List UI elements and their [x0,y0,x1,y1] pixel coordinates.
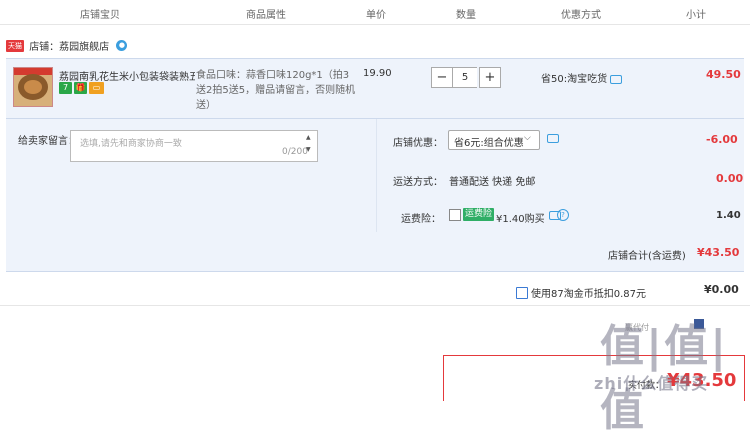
store-name-link[interactable]: 店铺：荔园旗舰店 [29,42,109,53]
textarea-scroll-icon[interactable]: ▲ ▼ [306,132,311,156]
insurance-amount: 1.40 [716,210,741,221]
product-title-link[interactable]: 荔园南乳花生米小包装袋装熟五... [59,68,195,83]
section-divider [0,305,750,306]
item-subtotal: 49.50 [706,68,741,81]
store-discount-amount: -6.00 [706,133,738,146]
product-thumbnail[interactable] [13,67,53,107]
insurance-label: 运费险： [401,214,441,225]
unit-price: 19.90 [363,68,392,79]
chat-icon[interactable]: ● [116,40,128,51]
qty-input[interactable]: 5 [453,67,477,88]
product-props: 食品口味：蒜香口味120g*1（拍3送2拍5送5，赠品请留言，否则随机送） [196,70,356,111]
seven-day-return-icon[interactable]: 7 [59,82,72,94]
coins-option: 使用87淘金币抵扣0.87元 [516,285,646,300]
store-discount-label: 店铺优惠： [393,138,443,149]
store-discount-value: 省6元:组合优惠 [454,138,524,149]
insurance-checkbox[interactable] [449,209,461,221]
card-icon[interactable]: ▭ [89,82,104,94]
message-counter: 0/200 [282,147,308,157]
shipping-amount: 0.00 [716,172,744,185]
col-item-header: 店铺宝贝 [80,10,120,21]
col-props-header: 商品属性 [246,10,286,21]
qty-decrease-button[interactable]: − [431,67,453,88]
tmall-tag: 天猫 [6,39,24,52]
gift-icon[interactable]: 🎁 [74,82,87,94]
store-row: 天猫 店铺：荔园旗舰店 ● [6,38,128,58]
promo-info: 省50:淘宝吃货 [541,70,623,85]
insurance-price: ¥1.40购买 [496,214,545,225]
store-total-label: 店铺合计(含运费) [608,251,686,262]
message-placeholder: 选填,请先和商家协商一致 [80,139,182,149]
col-subtotal-header: 小计 [686,10,706,21]
cart-header: 店铺宝贝 商品属性 单价 数量 优惠方式 小计 [0,0,750,25]
panel-divider [376,119,377,232]
site-watermark-url: zhi什么值得买 [594,374,709,393]
message-label: 给卖家留言： [18,136,78,147]
col-qty-header: 数量 [456,10,476,21]
qty-increase-button[interactable]: + [479,67,501,88]
insurance-tag: 运费险 [463,208,495,221]
col-price-header: 单价 [366,10,386,21]
shipping-label: 运送方式： [393,177,443,188]
coins-checkbox[interactable] [516,286,528,299]
col-promo-header: 优惠方式 [561,10,601,21]
chevron-down-icon: ⌵ [524,133,531,143]
promo-comment-icon[interactable] [610,74,623,84]
coins-amount: ¥0.00 [704,283,739,296]
store-total-amount: ¥43.50 [697,246,740,259]
promo-text: 省50:淘宝吃货 [541,74,608,85]
coins-text: 使用87淘金币抵扣0.87元 [531,289,646,300]
discount-comment-icon[interactable] [547,134,559,143]
help-icon[interactable]: ? [557,209,569,221]
shipping-method: 普通配送 快递 免邮 [449,177,536,188]
